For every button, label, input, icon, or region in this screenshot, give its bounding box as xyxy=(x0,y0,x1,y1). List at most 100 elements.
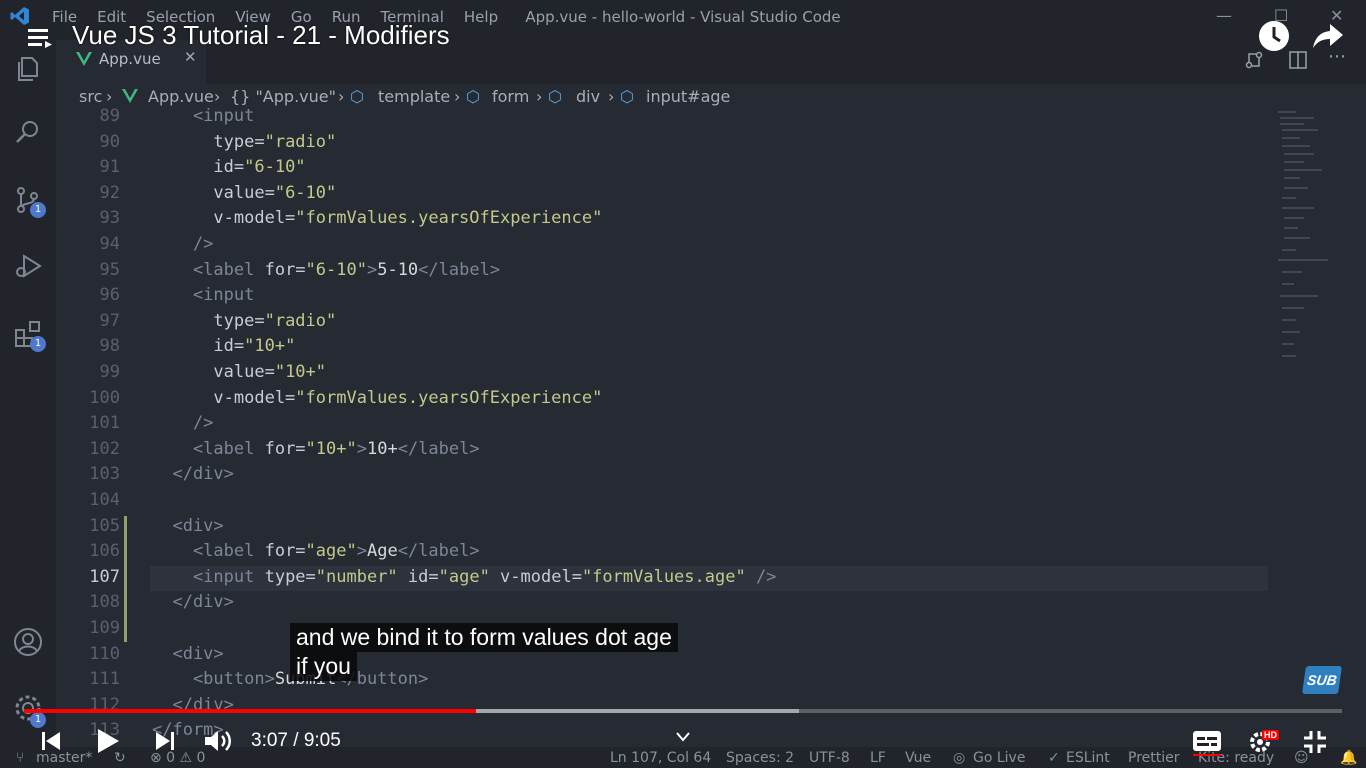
search-icon[interactable] xyxy=(12,116,44,148)
git-modified-marker xyxy=(124,516,127,642)
symbol-cube-icon: ⬡ xyxy=(350,87,364,106)
previous-icon[interactable] xyxy=(40,730,62,752)
symbol-cube-icon: ⬡ xyxy=(466,87,480,106)
code-token: "10+" xyxy=(305,439,357,459)
line-number: 92 xyxy=(99,183,120,203)
line-number: 99 xyxy=(99,362,120,382)
chevron-right-icon: › xyxy=(536,87,543,106)
compare-changes-icon[interactable] xyxy=(1244,50,1264,70)
code-line[interactable]: id="6-10" xyxy=(152,157,305,177)
code-line[interactable]: /> xyxy=(152,234,213,254)
caption-line-2: if you xyxy=(290,652,357,681)
breadcrumb-input[interactable]: input#age xyxy=(646,87,730,106)
subscribe-label: SUB xyxy=(1306,672,1338,688)
breadcrumb-form[interactable]: form xyxy=(492,87,529,106)
code-token: for= xyxy=(264,260,306,280)
line-number: 102 xyxy=(89,439,120,459)
code-token: 10+ xyxy=(366,439,398,459)
code-line[interactable]: v-model="formValues.yearsOfExperience" xyxy=(152,388,602,408)
next-icon[interactable] xyxy=(154,730,176,752)
hd-label: HD xyxy=(1264,730,1277,740)
code-line[interactable]: id="10+" xyxy=(152,336,295,356)
subscribe-badge[interactable]: SUB xyxy=(1302,666,1342,694)
code-token: v-model= xyxy=(500,567,582,587)
code-token: id= xyxy=(152,157,245,177)
line-number: 107 xyxy=(89,567,120,587)
code-token: /> xyxy=(152,413,214,433)
video-caption: and we bind it to form values dot age if… xyxy=(290,623,678,681)
volume-icon[interactable] xyxy=(203,728,233,754)
video-progress-bar[interactable] xyxy=(24,709,1342,713)
run-debug-icon[interactable] xyxy=(12,250,44,282)
code-line[interactable]: </div> xyxy=(152,592,234,612)
share-icon[interactable] xyxy=(1312,22,1344,50)
code-line[interactable]: value="6-10" xyxy=(152,183,336,203)
code-line[interactable]: </div> xyxy=(152,464,233,484)
code-line[interactable]: <div> xyxy=(152,516,223,536)
code-token: </div> xyxy=(152,592,234,612)
line-number: 109 xyxy=(89,618,120,638)
code-token: type= xyxy=(152,311,265,331)
activity-bar: 1 1 1 xyxy=(0,34,56,747)
progress-played xyxy=(24,709,477,713)
breadcrumb-file[interactable]: App.vue xyxy=(148,87,214,106)
code-line[interactable]: <input xyxy=(152,106,254,126)
code-token: </label> xyxy=(397,439,480,459)
code-token: <input xyxy=(152,567,265,587)
code-token: "formValues.yearsOfExperience" xyxy=(295,208,603,228)
code-line[interactable]: <div> xyxy=(152,644,223,664)
vue-file-icon xyxy=(76,52,92,66)
vue-file-icon xyxy=(122,89,138,103)
chevron-down-icon[interactable] xyxy=(676,732,690,742)
code-token: for= xyxy=(264,439,306,459)
extensions-badge: 1 xyxy=(30,336,46,352)
explorer-icon[interactable] xyxy=(12,52,44,84)
code-line[interactable]: type="radio" xyxy=(152,132,336,152)
code-token: "6-10" xyxy=(305,260,367,280)
breadcrumb-template[interactable]: template xyxy=(378,87,450,106)
split-editor-icon[interactable] xyxy=(1288,50,1308,70)
minimize-icon[interactable]: — xyxy=(1216,6,1232,25)
code-line[interactable]: v-model="formValues.yearsOfExperience" xyxy=(152,208,602,228)
code-line[interactable]: <label for="age">Age</label> xyxy=(152,541,480,561)
code-line[interactable]: <input type="number" id="age" v-model="f… xyxy=(152,567,776,587)
playlist-menu-icon[interactable] xyxy=(28,26,52,50)
line-number: 94 xyxy=(99,234,120,254)
breadcrumb: src › App.vue › {} "App.vue" › ⬡ templat… xyxy=(56,84,1366,108)
code-token: </label> xyxy=(397,541,480,561)
code-line[interactable]: type="radio" xyxy=(152,311,336,331)
chevron-right-icon: › xyxy=(454,87,461,106)
code-token: 5-10 xyxy=(377,260,419,280)
line-number: 101 xyxy=(89,413,120,433)
chevron-right-icon: › xyxy=(106,87,113,106)
code-line[interactable]: <label for="6-10">5-10</label> xyxy=(152,260,500,280)
symbol-cube-icon: ⬡ xyxy=(548,87,562,106)
code-editor[interactable]: 89 90 91 92 93 94 95 96 97 98 99 100 101 102 103 104 105… xyxy=(56,106,1366,747)
code-line[interactable]: value="10+" xyxy=(152,362,326,382)
chevron-right-icon: › xyxy=(608,87,615,106)
code-token: "6-10" xyxy=(274,183,337,203)
exit-fullscreen-icon[interactable] xyxy=(1303,730,1327,754)
breadcrumb-module[interactable]: {} "App.vue" xyxy=(230,87,336,106)
line-number: 103 xyxy=(89,464,120,484)
caption-line-1: and we bind it to form values dot age xyxy=(290,623,678,652)
code-token: type= xyxy=(152,132,265,152)
code-line[interactable]: <label for="10+">10+</label> xyxy=(152,439,480,459)
video-title[interactable]: Vue JS 3 Tutorial - 21 - Modifiers xyxy=(72,20,450,51)
code-line[interactable]: <input xyxy=(152,285,254,305)
play-icon[interactable] xyxy=(96,728,120,754)
code-token: "formValues.age" xyxy=(581,567,756,587)
code-line[interactable]: /> xyxy=(152,413,213,433)
line-number: 106 xyxy=(89,541,120,561)
symbol-cube-icon: ⬡ xyxy=(620,87,634,106)
watch-later-icon[interactable] xyxy=(1258,20,1290,52)
minimap[interactable] xyxy=(1274,108,1354,368)
account-icon[interactable] xyxy=(12,626,44,658)
code-token: <label xyxy=(152,439,265,459)
line-number: 111 xyxy=(89,669,120,689)
code-token: value= xyxy=(152,183,275,203)
breadcrumb-src[interactable]: src xyxy=(79,87,102,106)
captions-icon[interactable] xyxy=(1192,730,1222,756)
line-number: 89 xyxy=(99,106,120,126)
breadcrumb-div[interactable]: div xyxy=(576,87,600,106)
